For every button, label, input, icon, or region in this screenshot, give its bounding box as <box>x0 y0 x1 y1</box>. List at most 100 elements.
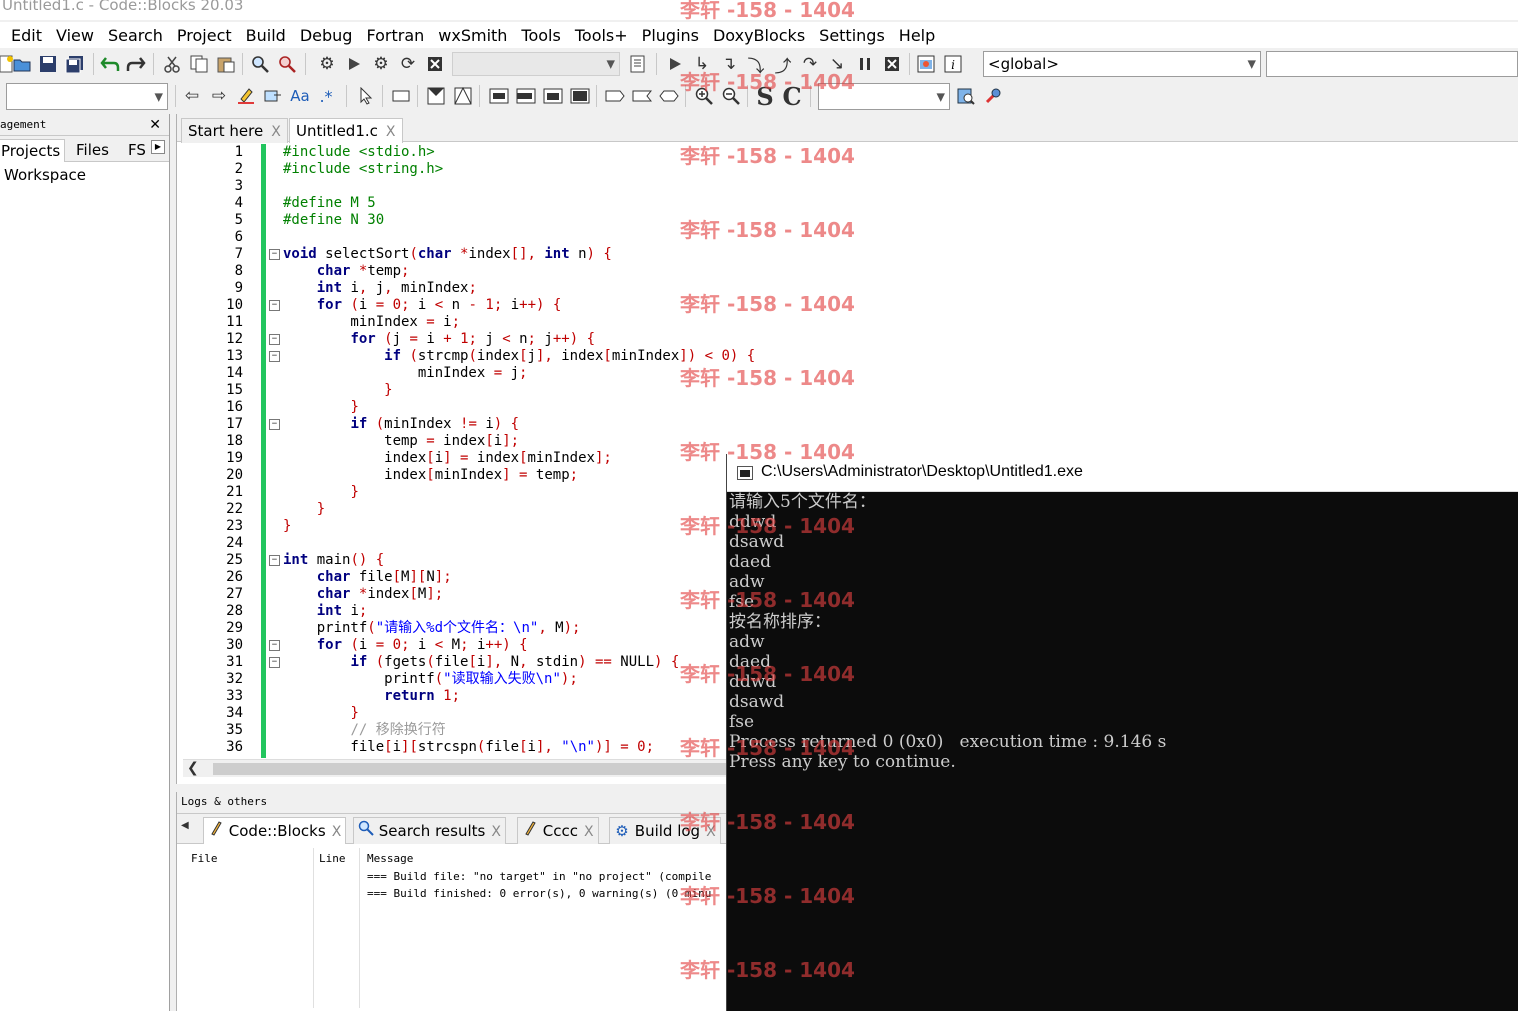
code-line[interactable]: #include <stdio.h> <box>283 144 1513 161</box>
copy-icon[interactable] <box>187 52 211 76</box>
fold-toggle-icon[interactable]: − <box>269 300 280 311</box>
build-gear-icon[interactable]: ⚙ <box>315 52 339 76</box>
build-target-combo[interactable]: ▼ <box>452 52 620 76</box>
run-to-cursor-icon[interactable]: ↳ <box>690 52 714 76</box>
tab-build-log[interactable]: ⚙ Build log X <box>609 817 721 844</box>
code-line[interactable]: minIndex = j; <box>283 365 1513 382</box>
fold-toggle-icon[interactable]: − <box>269 640 280 651</box>
menu-doxyblocks[interactable]: DoxyBlocks <box>706 26 812 45</box>
for-loop-icon[interactable] <box>541 84 565 108</box>
menu-tools[interactable]: Tools <box>514 26 567 45</box>
break-icon[interactable] <box>603 84 627 108</box>
menu-fortran[interactable]: Fortran <box>359 26 431 45</box>
code-line[interactable]: #include <string.h> <box>283 161 1513 178</box>
menu-settings[interactable]: Settings <box>812 26 892 45</box>
table-row[interactable]: === Build file: "no target" in "no proje… <box>367 870 711 883</box>
console-title-bar[interactable]: C:\Users\Administrator\Desktop\Untitled1… <box>727 454 1518 492</box>
jump-back-icon[interactable]: ⇦ <box>180 84 204 108</box>
doxy-combo[interactable]: ▼ <box>818 83 950 110</box>
close-icon[interactable]: X <box>491 824 501 840</box>
return-icon[interactable] <box>657 84 681 108</box>
code-line[interactable]: for (i = 0; i < n - 1; i++) { <box>283 297 1513 314</box>
next-instruction-icon[interactable]: ↷ <box>798 52 822 76</box>
column-file[interactable]: File <box>191 852 218 865</box>
menu-view[interactable]: View <box>49 26 101 45</box>
zoom-in-icon[interactable] <box>692 84 716 108</box>
menu-debug[interactable]: Debug <box>293 26 360 45</box>
code-line[interactable] <box>283 229 1513 246</box>
horizontal-scrollbar[interactable]: ❮ <box>183 759 743 777</box>
tab-search-results[interactable]: Search results X <box>353 817 506 844</box>
close-icon[interactable]: ✕ <box>149 114 161 136</box>
step-into-icon[interactable]: ⤵ <box>744 52 768 77</box>
close-icon[interactable]: X <box>706 824 716 840</box>
column-line[interactable]: Line <box>319 852 346 865</box>
chevron-right-icon[interactable]: ▶ <box>151 140 165 154</box>
run-icon[interactable] <box>342 52 366 76</box>
rebuild-icon[interactable]: ⟳ <box>396 52 420 76</box>
highlight-icon[interactable] <box>234 84 258 108</box>
doxy-c-icon[interactable]: C <box>780 82 804 111</box>
table-row[interactable]: === Build finished: 0 error(s), 0 warnin… <box>367 887 711 900</box>
repeat-loop-icon[interactable] <box>568 84 592 108</box>
fold-toggle-icon[interactable]: − <box>269 555 280 566</box>
tab-fs[interactable]: FS <box>124 139 150 162</box>
redo-icon[interactable] <box>124 52 148 76</box>
debug-start-icon[interactable] <box>663 52 687 76</box>
code-line[interactable]: } <box>283 382 1513 399</box>
menu-edit[interactable]: Edit <box>4 26 49 45</box>
switch-icon[interactable] <box>451 84 475 108</box>
menu-wxsmith[interactable]: wxSmith <box>431 26 514 45</box>
code-line[interactable]: } <box>283 399 1513 416</box>
show-select-target-icon[interactable] <box>626 52 650 76</box>
save-icon[interactable] <box>36 52 60 76</box>
code-line[interactable] <box>283 178 1513 195</box>
code-line[interactable]: minIndex = i; <box>283 314 1513 331</box>
search-text-combo[interactable]: ▼ <box>6 83 168 110</box>
jump-forward-icon[interactable]: ⇨ <box>207 84 231 108</box>
menu-build[interactable]: Build <box>239 26 293 45</box>
selected-text-icon[interactable] <box>261 84 285 108</box>
continue-icon[interactable] <box>630 84 654 108</box>
tab-untitled1-c[interactable]: Untitled1.c X <box>289 118 403 143</box>
tab-files[interactable]: Files <box>72 139 113 162</box>
scroll-left-icon[interactable]: ❮ <box>187 760 199 776</box>
paste-icon[interactable] <box>214 52 238 76</box>
close-icon[interactable]: X <box>332 824 342 840</box>
find-replace-icon[interactable] <box>275 52 299 76</box>
code-line[interactable]: if (strcmp(index[j], index[minIndex]) < … <box>283 348 1513 365</box>
loop-icon[interactable] <box>487 84 511 108</box>
pointer-icon[interactable] <box>354 84 378 108</box>
code-scope-combo[interactable]: <global> ▼ <box>983 51 1261 77</box>
code-symbol-combo[interactable] <box>1266 51 1518 77</box>
chevron-left-icon[interactable]: ◀ <box>181 820 189 831</box>
debug-windows-icon[interactable] <box>914 52 938 76</box>
fold-toggle-icon[interactable]: − <box>269 249 280 260</box>
find-icon[interactable] <box>248 52 272 76</box>
debug-info-icon[interactable]: i <box>941 52 965 76</box>
menu-help[interactable]: Help <box>892 26 942 45</box>
block-icon[interactable] <box>389 84 413 108</box>
code-line[interactable]: #define M 5 <box>283 195 1513 212</box>
menu-search[interactable]: Search <box>101 26 170 45</box>
tab-start-here[interactable]: Start here X <box>181 118 288 143</box>
build-run-icon[interactable]: ⚙ <box>369 52 393 76</box>
fold-toggle-icon[interactable]: − <box>269 334 280 345</box>
tab-cccc[interactable]: Cccc X <box>517 817 599 844</box>
regex-icon[interactable]: .* <box>314 84 338 108</box>
code-line[interactable]: char *temp; <box>283 263 1513 280</box>
tab-projects[interactable]: Projects <box>0 139 66 162</box>
fold-toggle-icon[interactable]: − <box>269 351 280 362</box>
close-icon[interactable]: X <box>386 124 396 140</box>
code-line[interactable]: int i, j, minIndex; <box>283 280 1513 297</box>
step-out-icon[interactable]: ⤴ <box>771 52 795 77</box>
while-loop-icon[interactable] <box>514 84 538 108</box>
cut-icon[interactable] <box>160 52 184 76</box>
stop-debugger-icon[interactable] <box>880 52 904 76</box>
doxy-config-icon[interactable] <box>981 84 1005 108</box>
pause-icon[interactable] <box>853 52 877 76</box>
scroll-thumb[interactable] <box>213 763 733 775</box>
doxy-search-icon[interactable] <box>954 84 978 108</box>
close-icon[interactable]: X <box>584 824 594 840</box>
step-instruction-icon[interactable]: ↘ <box>825 52 849 76</box>
